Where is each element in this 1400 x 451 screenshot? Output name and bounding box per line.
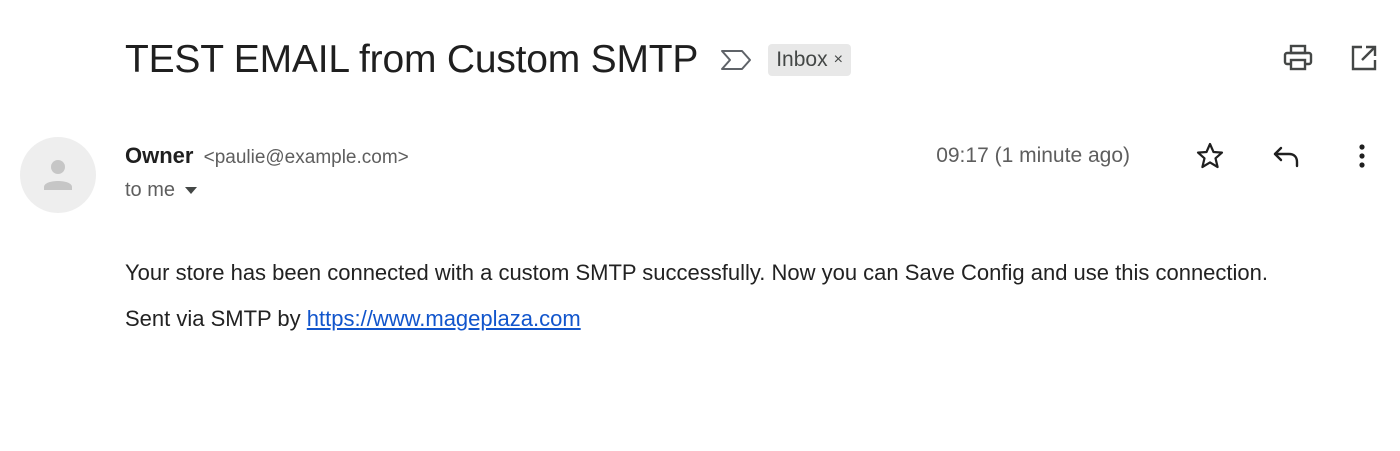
email-subject: TEST EMAIL from Custom SMTP (125, 38, 699, 81)
sent-via-line: Sent via SMTP by https://www.mageplaza.c… (125, 301, 1325, 337)
sender-email: <paulie@example.com> (203, 147, 409, 168)
sender-name[interactable]: Owner (125, 143, 193, 168)
body-paragraph: Your store has been connected with a cus… (125, 260, 1269, 285)
open-in-new-window-icon[interactable] (1348, 42, 1380, 74)
recipient-label: to me (125, 179, 176, 201)
email-body: Your store has been connected with a cus… (125, 255, 1325, 337)
sender-avatar[interactable] (20, 137, 96, 213)
label-remove-button[interactable]: × (834, 52, 843, 68)
star-icon[interactable] (1194, 140, 1226, 172)
caret-down-icon[interactable] (185, 187, 198, 194)
sent-via-link[interactable]: https://www.mageplaza.com (307, 306, 581, 331)
sender-block: Owner <paulie@example.com> to me (125, 143, 409, 202)
inbox-label-chip[interactable]: Inbox × (768, 44, 851, 76)
subject-row: TEST EMAIL from Custom SMTP Inbox × (125, 34, 851, 86)
importance-marker-icon[interactable] (720, 49, 752, 71)
reply-icon[interactable] (1270, 140, 1302, 172)
top-actions (1282, 42, 1380, 74)
recipient-details-toggle[interactable]: to me (125, 179, 409, 202)
label-chip-text: Inbox (776, 48, 828, 71)
sent-via-prefix: Sent via SMTP by (125, 306, 307, 331)
person-avatar-icon (44, 160, 72, 190)
message-timestamp: 09:17 (1 minute ago) (936, 144, 1130, 167)
sender-line: Owner <paulie@example.com> (125, 143, 409, 169)
print-icon[interactable] (1282, 42, 1314, 74)
more-vertical-icon[interactable] (1346, 140, 1378, 172)
message-actions: 09:17 (1 minute ago) (936, 140, 1378, 172)
